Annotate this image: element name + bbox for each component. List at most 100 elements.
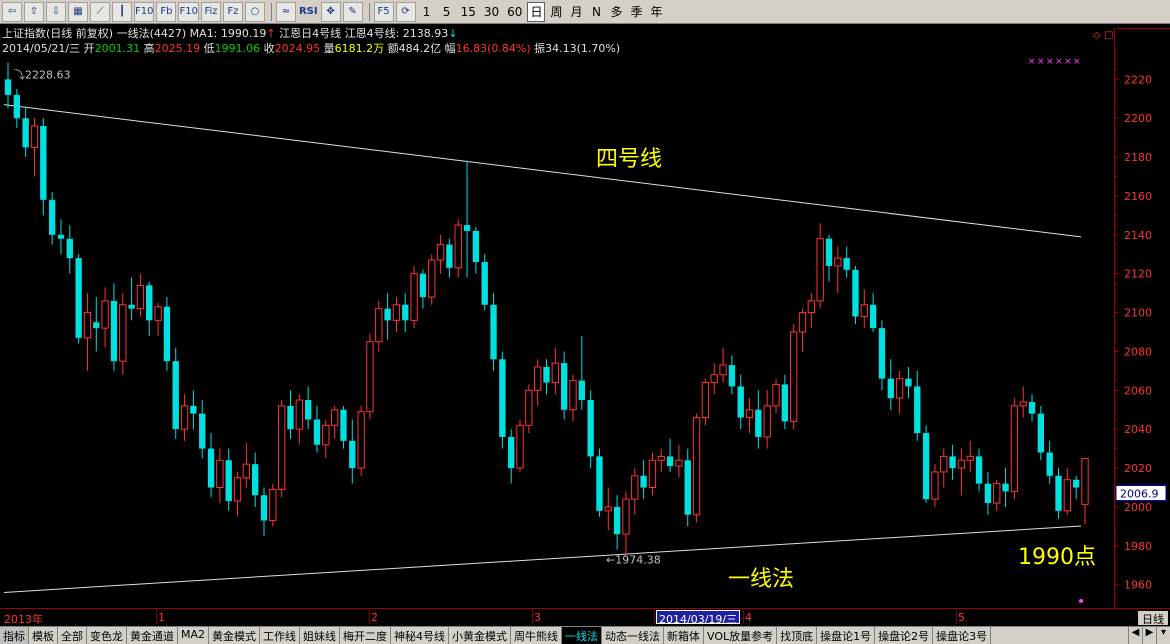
candle[interactable] <box>375 300 383 352</box>
candle[interactable] <box>110 283 118 371</box>
candle[interactable] <box>790 324 798 430</box>
tab-操盘论1号[interactable]: 操盘论1号 <box>817 627 876 644</box>
tab-VOL放量参考[interactable]: VOL放量参考 <box>704 627 778 644</box>
candle[interactable] <box>40 118 47 216</box>
tab-MA2[interactable]: MA2 <box>178 627 210 644</box>
wave-icon[interactable]: ≈ <box>275 1 296 22</box>
candle[interactable] <box>446 238 453 278</box>
candle[interactable] <box>1072 475 1080 500</box>
candle[interactable] <box>966 440 974 472</box>
candle[interactable] <box>984 471 992 515</box>
candle[interactable] <box>252 452 259 507</box>
candle[interactable] <box>701 378 710 426</box>
candle[interactable] <box>83 293 92 371</box>
candle[interactable] <box>798 308 807 352</box>
candle[interactable] <box>604 487 612 531</box>
candle[interactable] <box>825 234 833 282</box>
candle[interactable] <box>499 351 506 449</box>
candle[interactable] <box>419 269 427 309</box>
candle[interactable] <box>136 273 145 317</box>
tab-一线法[interactable]: 一线法 <box>562 627 603 644</box>
candle[interactable] <box>940 448 948 488</box>
tab-动态一线法[interactable]: 动态一线法 <box>602 627 665 644</box>
tab-工作线[interactable]: 工作线 <box>260 627 301 644</box>
candle[interactable] <box>1019 386 1027 418</box>
candle[interactable] <box>692 413 701 523</box>
candle[interactable] <box>710 363 718 395</box>
candle[interactable] <box>4 62 12 109</box>
candle[interactable] <box>648 452 657 496</box>
pencil-icon[interactable]: ✎ <box>342 1 363 22</box>
candle[interactable] <box>569 374 577 422</box>
candle[interactable] <box>852 265 859 325</box>
period-button-N[interactable]: N <box>587 2 605 22</box>
collapse-diamond-icon[interactable]: ◇ <box>1093 30 1101 41</box>
fiz-icon[interactable]: Fiz <box>200 1 221 22</box>
move-icon[interactable]: ✥ <box>320 1 341 22</box>
tab-黄金通道[interactable]: 黄金通道 <box>127 627 178 644</box>
candle[interactable] <box>622 491 630 557</box>
back-icon[interactable]: ⇦ <box>2 1 22 22</box>
candle[interactable] <box>860 289 868 329</box>
candle[interactable] <box>975 448 983 492</box>
candle[interactable] <box>242 442 251 488</box>
candle[interactable] <box>949 444 956 480</box>
candle[interactable] <box>931 464 939 507</box>
candle[interactable] <box>1055 468 1062 519</box>
period-button-1[interactable]: 1 <box>418 2 436 22</box>
candle[interactable] <box>781 374 789 430</box>
tab-黄金模式[interactable]: 黄金模式 <box>209 627 261 644</box>
candle[interactable] <box>613 495 621 550</box>
candle[interactable] <box>402 293 409 332</box>
tab-操盘论3号[interactable]: 操盘论3号 <box>933 627 992 644</box>
candle[interactable] <box>366 333 374 420</box>
candle[interactable] <box>190 390 197 430</box>
candle[interactable] <box>745 398 754 434</box>
tab-周牛熊线[interactable]: 周牛熊线 <box>511 627 563 644</box>
candle[interactable] <box>313 405 321 453</box>
candle[interactable] <box>533 359 542 406</box>
candle[interactable] <box>128 277 135 321</box>
candle[interactable] <box>905 366 912 399</box>
candle[interactable] <box>392 297 401 332</box>
candle[interactable] <box>490 293 497 371</box>
candle[interactable] <box>66 225 73 274</box>
candle[interactable] <box>295 394 303 445</box>
candle[interactable] <box>48 192 56 245</box>
candle[interactable] <box>807 293 816 329</box>
candle[interactable] <box>895 370 904 414</box>
period-button-季[interactable]: 季 <box>628 2 646 22</box>
candle[interactable] <box>993 479 1001 511</box>
candle[interactable] <box>772 378 780 414</box>
candle[interactable] <box>57 219 65 255</box>
candle[interactable] <box>887 359 894 410</box>
candle[interactable] <box>357 405 365 476</box>
candle[interactable] <box>481 254 488 311</box>
candle[interactable] <box>666 438 674 472</box>
candle[interactable] <box>719 347 727 383</box>
candle[interactable] <box>472 227 480 274</box>
candle[interactable] <box>154 302 162 336</box>
candle[interactable] <box>146 281 153 336</box>
candle[interactable] <box>657 448 665 472</box>
fz-icon[interactable]: Fz <box>222 1 243 22</box>
candle[interactable] <box>269 483 277 527</box>
candle[interactable] <box>1037 405 1045 461</box>
candle[interactable] <box>436 234 445 274</box>
candle[interactable] <box>454 219 462 278</box>
candle[interactable] <box>728 355 736 395</box>
period-button-15[interactable]: 15 <box>458 2 479 22</box>
candle[interactable] <box>277 400 286 498</box>
tab-姐妹线[interactable]: 姐妹线 <box>300 627 341 644</box>
candle[interactable] <box>684 448 691 527</box>
tab-神秘4号线[interactable]: 神秘4号线 <box>391 627 450 644</box>
candle[interactable] <box>596 448 603 517</box>
candle[interactable] <box>119 293 127 375</box>
candle[interactable] <box>675 444 683 478</box>
candle[interactable] <box>816 223 824 309</box>
candle[interactable] <box>225 448 232 511</box>
candle[interactable] <box>957 448 966 496</box>
candle[interactable] <box>207 433 215 498</box>
candle[interactable] <box>304 386 312 430</box>
f5-icon[interactable]: F5 <box>373 1 394 22</box>
